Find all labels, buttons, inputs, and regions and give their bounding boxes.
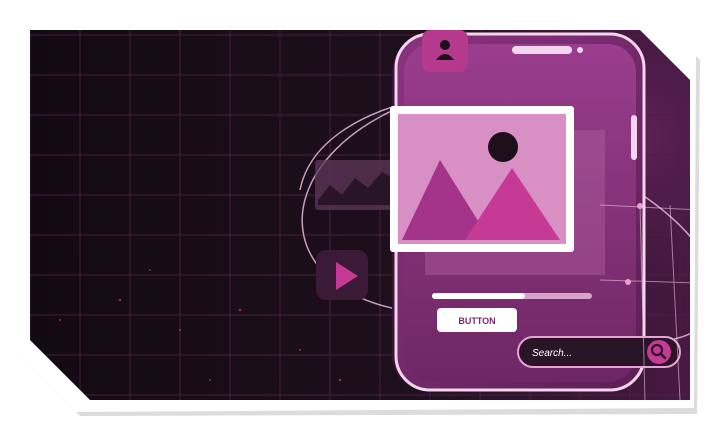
play-icon (316, 250, 368, 300)
button[interactable]: BUTTON (437, 308, 517, 332)
user-icon (422, 30, 468, 72)
illustration-frame: BUTTON Search... (0, 0, 705, 423)
search-input[interactable]: Search... (532, 348, 572, 359)
search-icon[interactable] (647, 340, 671, 364)
progress-bar[interactable] (432, 293, 592, 299)
button-label: BUTTON (458, 316, 495, 326)
chart-card (315, 160, 400, 210)
image-icon (390, 106, 574, 252)
search-bar[interactable]: Search... (517, 336, 681, 368)
